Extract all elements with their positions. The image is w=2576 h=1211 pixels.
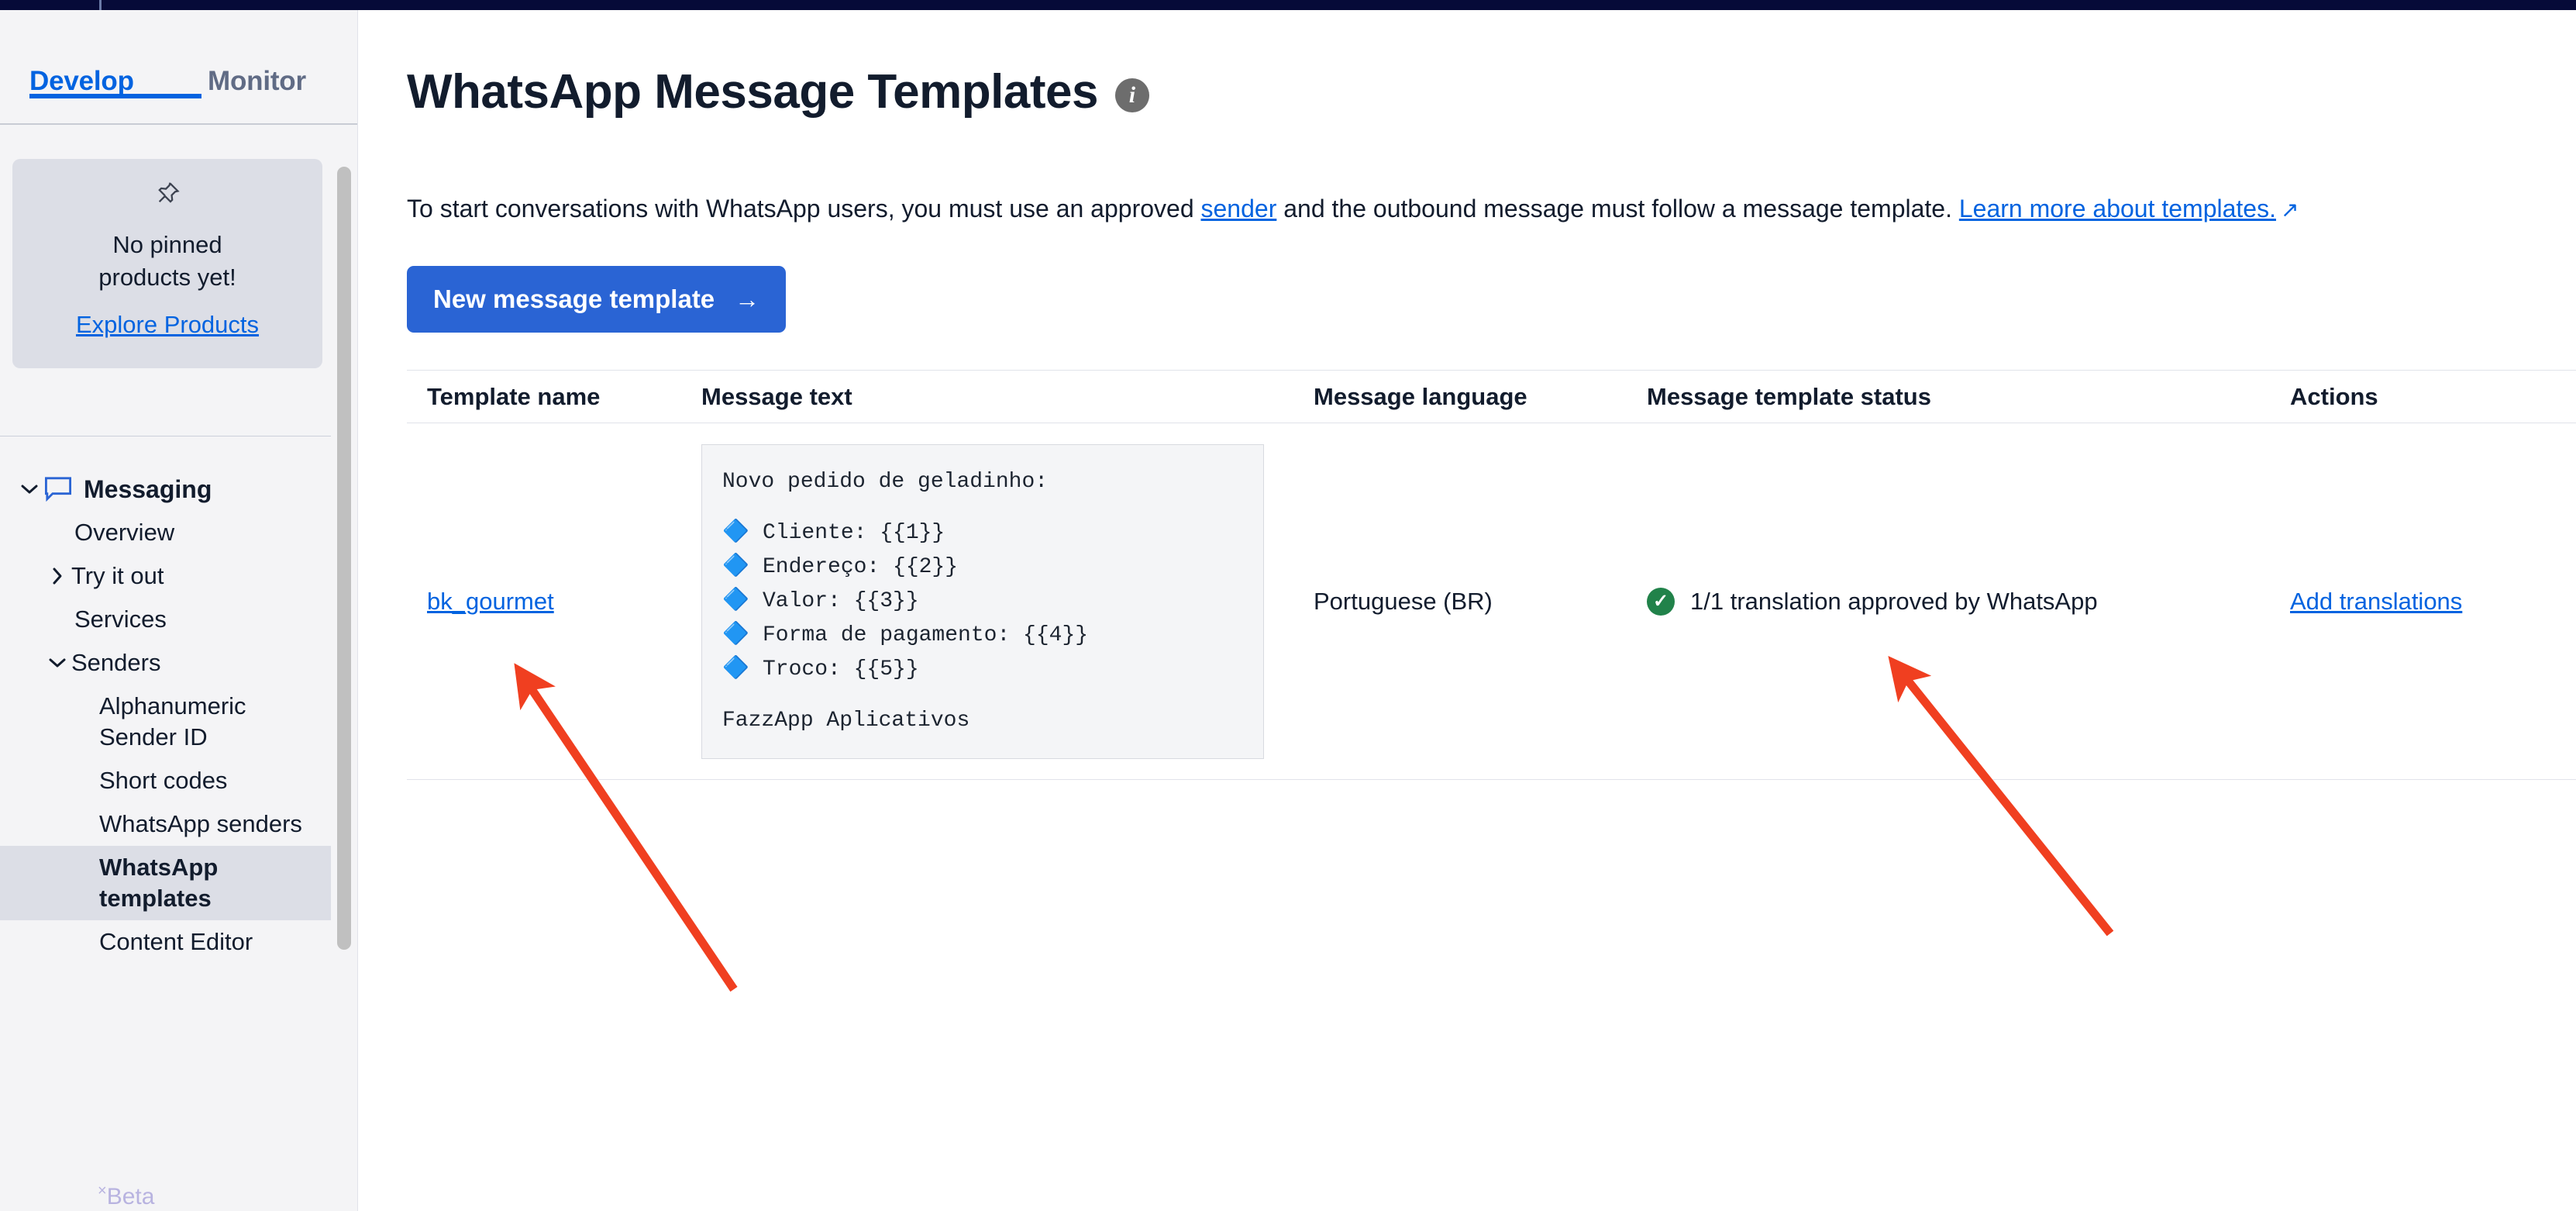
sidebar-item-messaging-label: Messaging xyxy=(84,475,212,503)
topbar-tick xyxy=(99,0,102,10)
add-translations-link[interactable]: Add translations xyxy=(2290,588,2462,615)
message-line: Cliente: {{1}} xyxy=(763,520,945,545)
blue-diamond-icon: 🔷 xyxy=(722,657,749,681)
sidebar-item-services[interactable]: Services xyxy=(0,598,331,641)
pinned-empty-line-2: products yet! xyxy=(98,264,236,291)
pinned-empty-line-1: No pinned xyxy=(112,231,222,258)
message-line: Forma de pagamento: {{4}} xyxy=(763,623,1089,647)
column-header-actions: Actions xyxy=(2290,382,2378,410)
message-bullet-line: 🔷 Troco: {{5}} xyxy=(722,653,1243,687)
left-sidebar: Develop Monitor No pinned products yet! … xyxy=(0,10,358,1211)
tab-active-indicator xyxy=(29,94,201,98)
status-badge-label: 1/1 translation approved by WhatsApp xyxy=(1690,587,2098,615)
message-line: FazzApp Aplicativos xyxy=(722,708,970,733)
sidebar-item-senders[interactable]: Senders xyxy=(0,641,331,685)
sidebar-item-whatsapp-senders-label: WhatsApp senders xyxy=(99,810,302,837)
tab-monitor-label: Monitor xyxy=(208,66,306,96)
column-header-message-language: Message language xyxy=(1314,382,1527,410)
message-line: Troco: {{5}} xyxy=(763,657,919,681)
tab-develop[interactable]: Develop xyxy=(29,66,201,98)
sidebar-item-content-editor[interactable]: Content Editor xyxy=(0,920,331,964)
sidebar-item-overview[interactable]: Overview xyxy=(0,511,331,554)
new-message-template-button[interactable]: New message template → xyxy=(407,266,787,333)
sidebar-item-whatsapp-templates-label: WhatsApp templates xyxy=(99,854,219,912)
pin-icon xyxy=(154,181,181,212)
external-link-icon[interactable]: ↗︎ xyxy=(2281,198,2299,222)
beta-badge: ×Beta xyxy=(98,1182,154,1210)
info-icon[interactable]: i xyxy=(1114,78,1149,112)
message-bullet-line: 🔷 Valor: {{3}} xyxy=(722,585,1243,619)
tab-monitor[interactable]: Monitor xyxy=(208,66,306,97)
table-header-row: Template name Message text Message langu… xyxy=(407,371,2576,423)
sidebar-item-try-it-out[interactable]: Try it out xyxy=(0,554,331,598)
message-line: Novo pedido de geladinho: xyxy=(722,469,1049,494)
message-text-preview: Novo pedido de geladinho: 🔷 Cliente: {{1… xyxy=(701,443,1264,759)
app-root: Develop Monitor No pinned products yet! … xyxy=(0,0,2576,1211)
message-bullet-line: 🔷 Forma de pagamento: {{4}} xyxy=(722,619,1243,653)
blue-diamond-icon: 🔷 xyxy=(722,520,749,545)
column-header-template-name: Template name xyxy=(427,382,601,410)
browser-top-bar xyxy=(0,0,2576,10)
sidebar-item-whatsapp-templates[interactable]: WhatsApp templates xyxy=(0,846,331,920)
cell-template-name: bk_gourmet xyxy=(407,588,701,616)
blue-diamond-icon: 🔷 xyxy=(722,623,749,647)
templates-table: Template name Message text Message langu… xyxy=(407,370,2576,780)
beta-badge-label: Beta xyxy=(106,1184,155,1209)
chevron-down-icon[interactable] xyxy=(15,484,43,495)
column-header-message-template-status: Message template status xyxy=(1647,382,1931,410)
page-title-row: WhatsApp Message Templates i xyxy=(407,64,1149,119)
blue-diamond-icon: 🔷 xyxy=(722,588,749,613)
message-bullet-line: 🔷 Cliente: {{1}} xyxy=(722,516,1243,550)
sidebar-item-content-editor-label: Content Editor xyxy=(99,928,253,955)
page-description: To start conversations with WhatsApp use… xyxy=(407,191,2299,227)
cell-message-language: Portuguese (BR) xyxy=(1314,587,1493,615)
chevron-right-icon[interactable] xyxy=(43,567,71,585)
sidebar-item-alphanumeric-sender-id[interactable]: Alphanumeric Sender ID xyxy=(0,685,331,759)
sidebar-item-services-label: Services xyxy=(74,606,167,633)
cell-actions: Add translations xyxy=(2290,588,2576,616)
message-bullet-line: 🔷 Endereço: {{2}} xyxy=(722,550,1243,585)
chevron-down-icon[interactable] xyxy=(43,657,71,668)
page-description-part-1: To start conversations with WhatsApp use… xyxy=(407,195,1201,223)
sidebar-item-messaging[interactable]: Messaging xyxy=(0,467,331,511)
sidebar-item-try-it-out-label: Try it out xyxy=(71,562,164,589)
sidebar-scrollbar-thumb[interactable] xyxy=(337,167,351,950)
arrow-right-icon: → xyxy=(735,285,760,313)
message-line: Valor: {{3}} xyxy=(763,588,919,613)
pinned-products-card: No pinned products yet! Explore Products xyxy=(12,159,322,368)
sidebar-item-overview-label: Overview xyxy=(74,519,175,546)
column-header-message-text: Message text xyxy=(701,382,852,410)
page-title: WhatsApp Message Templates xyxy=(407,65,1098,119)
sidebar-tabs: Develop Monitor xyxy=(0,10,357,125)
status-badge: ✓ 1/1 translation approved by WhatsApp xyxy=(1647,587,2290,616)
sidebar-item-short-codes-label: Short codes xyxy=(99,767,228,794)
table-row: bk_gourmet Novo pedido de geladinho: 🔷 C… xyxy=(407,423,2576,780)
learn-more-link[interactable]: Learn more about templates. xyxy=(1959,195,2276,223)
page-description-part-2: and the outbound message must follow a m… xyxy=(1276,195,1959,223)
cell-message-template-status: ✓ 1/1 translation approved by WhatsApp xyxy=(1647,587,2290,616)
sidebar-item-alphanumeric-sender-id-label: Alphanumeric Sender ID xyxy=(99,692,246,750)
sidebar-item-senders-label: Senders xyxy=(71,649,161,676)
blue-diamond-icon: 🔷 xyxy=(722,554,749,579)
check-circle-icon: ✓ xyxy=(1647,587,1675,616)
cell-message-text: Novo pedido de geladinho: 🔷 Cliente: {{1… xyxy=(701,443,1314,759)
pinned-empty-message: No pinned products yet! xyxy=(98,229,236,294)
sidebar-nav: Messaging Overview Try it out Services S… xyxy=(0,467,331,964)
sidebar-item-short-codes[interactable]: Short codes xyxy=(0,759,331,802)
message-line: Endereço: {{2}} xyxy=(763,554,959,579)
chat-bubble-icon xyxy=(43,476,84,502)
sidebar-item-whatsapp-senders[interactable]: WhatsApp senders xyxy=(0,802,331,846)
new-message-template-button-label: New message template xyxy=(433,285,715,313)
sender-link[interactable]: sender xyxy=(1201,195,1277,223)
template-name-link[interactable]: bk_gourmet xyxy=(427,588,554,615)
explore-products-link[interactable]: Explore Products xyxy=(76,311,259,339)
tab-develop-label: Develop xyxy=(29,66,134,96)
beta-badge-mark: × xyxy=(98,1182,107,1199)
main-content: WhatsApp Message Templates i To start co… xyxy=(359,10,2576,1211)
